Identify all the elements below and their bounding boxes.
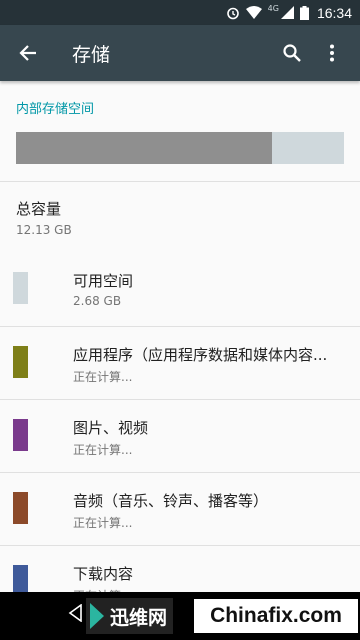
more-options-button[interactable] — [312, 25, 352, 81]
color-swatch — [13, 272, 28, 304]
watermark-logo: 迅维网 — [86, 598, 174, 634]
total-capacity-label: 总容量 — [16, 200, 62, 218]
storage-used-fill — [16, 132, 272, 164]
search-button[interactable] — [272, 25, 312, 81]
storage-usage-bar — [16, 132, 344, 164]
divider — [0, 181, 360, 182]
back-button[interactable] — [0, 25, 56, 81]
nav-back-button[interactable] — [68, 603, 82, 627]
alarm-icon — [226, 6, 240, 20]
battery-icon — [299, 5, 309, 20]
arrow-back-icon — [19, 45, 36, 61]
total-capacity-value: 12.13 GB — [16, 223, 72, 237]
list-item-available-space[interactable]: 可用空间 2.68 GB — [0, 253, 360, 325]
list-item-title: 可用空间 — [73, 272, 134, 290]
list-item-apps[interactable]: 应用程序（应用程序数据和媒体内容... 正在计算... — [0, 327, 360, 399]
color-swatch — [13, 346, 28, 378]
list-item-title: 音频（音乐、铃声、播客等） — [73, 492, 269, 510]
nav-back-icon — [68, 603, 82, 623]
list-item-subtitle: 正在计算... — [73, 370, 133, 384]
list-item-audio[interactable]: 音频（音乐、铃声、播客等） 正在计算... — [0, 473, 360, 545]
list-item-title: 下载内容 — [73, 565, 134, 583]
watermark-brand-cn: 迅维网 — [110, 606, 168, 629]
app-toolbar: 存储 — [0, 25, 360, 81]
color-swatch — [13, 419, 28, 451]
search-icon — [283, 44, 301, 62]
list-item-pictures-videos[interactable]: 图片、视频 正在计算... — [0, 400, 360, 472]
list-item-title: 应用程序（应用程序数据和媒体内容... — [73, 346, 328, 364]
clock: 16:34 — [316, 4, 352, 21]
list-item-subtitle: 2.68 GB — [73, 294, 122, 308]
watermark-arrow-icon — [90, 603, 104, 629]
signal-icon — [280, 6, 294, 19]
navigation-bar: 迅维网 Chinafix.com — [0, 592, 360, 640]
list-item-subtitle: 正在计算... — [73, 516, 133, 530]
color-swatch — [13, 492, 28, 524]
watermark-site: Chinafix.com — [194, 599, 358, 633]
page-title: 存储 — [72, 43, 111, 66]
watermark-brand-en: Chinafix.com — [210, 604, 342, 627]
section-header-internal-storage: 内部存储空间 — [16, 102, 95, 117]
network-type: 4G — [267, 4, 279, 13]
total-capacity: 总容量 12.13 GB — [16, 198, 72, 237]
wifi-icon — [245, 6, 262, 19]
list-item-subtitle: 正在计算... — [73, 443, 133, 457]
status-bar: 4G 16:34 — [0, 0, 360, 25]
more-vert-icon — [330, 44, 334, 62]
list-item-title: 图片、视频 — [73, 419, 149, 437]
